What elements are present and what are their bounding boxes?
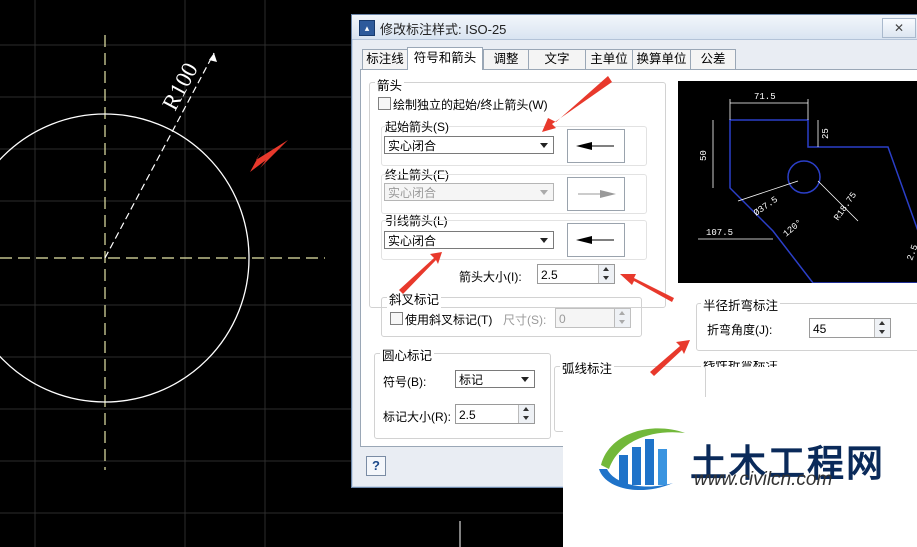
dimension-preview: 71.5 25 50 107.5 Ø37.5 R18.75 120° 2.5 <box>678 81 917 283</box>
arrow-preview-icon <box>576 236 614 244</box>
oblique-checkbox-label: 使用斜叉标记(T) <box>405 313 493 327</box>
oblique-checkbox[interactable] <box>390 312 403 325</box>
center-marks-group-label: 圆心标记 <box>380 345 435 364</box>
chevron-down-icon <box>540 143 548 148</box>
tab-lines[interactable]: 标注线 <box>362 49 408 69</box>
preview-dim-2: 25 <box>821 128 831 139</box>
dialog-title: 修改标注样式: ISO-25 <box>380 22 507 37</box>
arrow-preview-disabled-icon <box>578 190 616 198</box>
oblique-size-spinner[interactable]: 0 <box>555 308 631 328</box>
spinner-arrows-icon[interactable] <box>598 265 614 283</box>
center-marks-group <box>374 353 551 439</box>
watermark-url: www.civilcn.com <box>694 469 833 490</box>
radius-label: R100 <box>157 59 202 115</box>
oblique-size-value: 0 <box>559 312 566 326</box>
end-arrow-select[interactable]: 实心闭合 <box>384 183 554 201</box>
center-size-spinner[interactable]: 2.5 <box>455 404 535 424</box>
arrow-size-value: 2.5 <box>541 268 558 282</box>
independent-arrows-checkbox[interactable] <box>378 97 391 110</box>
jog-angle-label: 折弯角度(J): <box>707 323 773 337</box>
tab-alternate-units[interactable]: 换算单位 <box>632 49 691 69</box>
chevron-down-icon <box>540 238 548 243</box>
oblique-group-label: 斜叉标记 <box>387 289 442 308</box>
center-size-label: 标记大小(R): <box>383 410 451 424</box>
leader-arrow-value: 实心闭合 <box>388 234 437 248</box>
app-icon: ▴ <box>359 20 375 36</box>
tab-symbols-arrows[interactable]: 符号和箭头 <box>407 47 483 70</box>
end-arrow-value: 实心闭合 <box>388 186 437 200</box>
arrowheads-group-label: 箭头 <box>375 75 405 94</box>
preview-dim-1: 71.5 <box>754 92 776 102</box>
center-symbol-value: 标记 <box>459 373 484 387</box>
leader-arrow-select[interactable]: 实心闭合 <box>384 231 554 249</box>
close-button[interactable]: ✕ <box>882 18 916 38</box>
center-symbol-label: 符号(B): <box>383 375 427 389</box>
spinner-arrows-icon[interactable] <box>874 319 890 337</box>
preview-dim-5: Ø37.5 <box>752 195 780 219</box>
chevron-down-icon <box>540 190 548 195</box>
end-arrow-preview <box>567 177 625 211</box>
radius-jog-group-label: 半径折弯标注 <box>701 295 781 314</box>
center-symbol-select[interactable]: 标记 <box>455 370 535 388</box>
start-arrow-select[interactable]: 实心闭合 <box>384 136 554 154</box>
preview-dim-8: 2.5 <box>905 243 917 262</box>
independent-arrows-label: 绘制独立的起始/终止箭头(W) <box>393 98 548 112</box>
tab-tolerances[interactable]: 公差 <box>690 49 736 69</box>
start-arrow-value: 实心闭合 <box>388 139 437 153</box>
preview-dim-4: 107.5 <box>706 228 733 238</box>
help-button[interactable]: ? <box>366 456 386 476</box>
radius-dimension-line[interactable] <box>104 52 215 259</box>
watermark-panel: 土木工程网 www.civilcn.com <box>563 397 917 547</box>
arrow-size-label: 箭头大小(I): <box>459 270 522 284</box>
start-arrow-label: 起始箭头(S) <box>385 118 449 135</box>
arrow-size-spinner[interactable]: 2.5 <box>537 264 615 284</box>
spinner-arrows-icon[interactable] <box>614 309 630 327</box>
brand-logo-icon <box>599 428 685 491</box>
chevron-down-icon <box>521 377 529 382</box>
leader-arrow-preview <box>567 223 625 257</box>
linear-jog-group-label: 线性折弯标注 <box>701 361 781 367</box>
preview-dim-7: 120° <box>782 218 805 240</box>
tab-fit[interactable]: 调整 <box>483 49 529 69</box>
tab-primary-units[interactable]: 主单位 <box>585 49 633 69</box>
title-bar[interactable]: ▴ 修改标注样式: ISO-25 ✕ <box>352 15 917 40</box>
spinner-arrows-icon[interactable] <box>518 405 534 423</box>
jog-angle-spinner[interactable]: 45 <box>809 318 891 338</box>
arc-length-group-label: 弧线标注 <box>560 358 615 377</box>
arrow-preview-icon <box>576 142 614 150</box>
oblique-size-label: 尺寸(S): <box>503 313 547 327</box>
annotation-arrow-1-icon <box>250 140 288 172</box>
preview-dim-3: 50 <box>699 150 709 161</box>
jog-angle-value: 45 <box>813 322 827 336</box>
tab-text[interactable]: 文字 <box>528 49 586 69</box>
center-size-value: 2.5 <box>459 408 476 422</box>
start-arrow-preview <box>567 129 625 163</box>
